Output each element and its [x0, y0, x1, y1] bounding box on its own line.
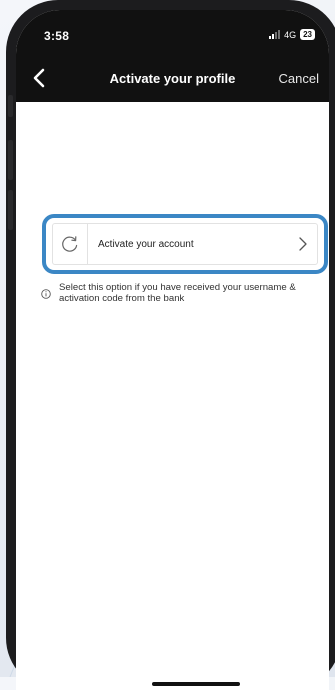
refresh-icon [53, 224, 88, 264]
side-button [8, 95, 13, 117]
side-button [8, 190, 13, 230]
network-label: 4G [284, 29, 297, 40]
signal-icon [269, 30, 281, 39]
phone-frame: 3:58 4G 23 Activate your profile Cancel [6, 0, 335, 690]
home-indicator[interactable] [152, 682, 240, 686]
info-note: Select this option if you have received … [41, 282, 321, 304]
info-icon [41, 289, 51, 299]
chevron-right-icon [289, 224, 317, 264]
battery-icon: 23 [300, 29, 315, 40]
activate-option-highlight: Activate your account [42, 214, 328, 274]
status-time: 3:58 [44, 29, 70, 43]
cancel-button[interactable]: Cancel [279, 71, 319, 86]
back-chevron-icon[interactable] [30, 66, 50, 90]
side-button [8, 140, 13, 180]
activate-account-option[interactable]: Activate your account [52, 223, 318, 265]
info-text: Select this option if you have received … [59, 282, 296, 304]
status-indicators: 4G 23 [269, 29, 315, 40]
status-bar: 3:58 4G 23 [16, 10, 329, 54]
nav-bar: Activate your profile Cancel [16, 54, 329, 102]
phone-screen: 3:58 4G 23 Activate your profile Cancel [16, 10, 329, 690]
option-label: Activate your account [98, 238, 194, 250]
